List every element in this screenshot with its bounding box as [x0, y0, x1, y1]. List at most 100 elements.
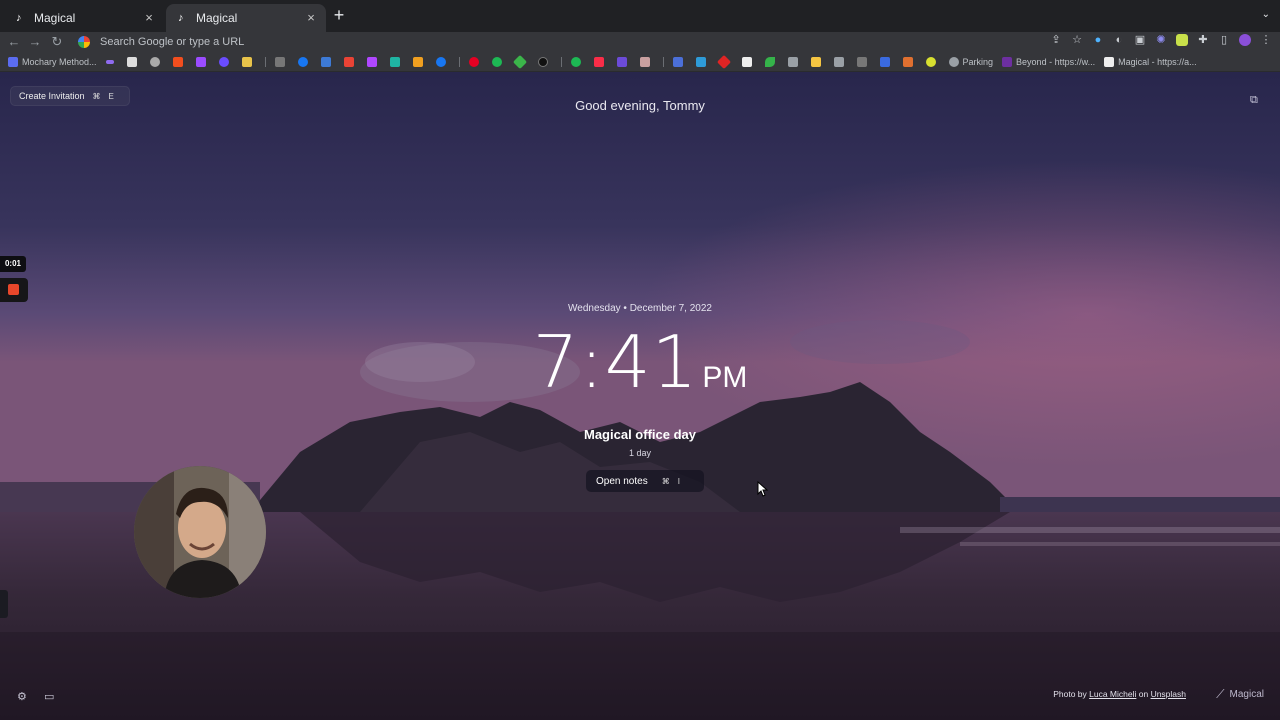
extensions-puzzle-icon[interactable]: ✚: [1197, 34, 1209, 46]
tab-search-chevron-icon[interactable]: ⌄: [1262, 9, 1270, 20]
close-tab-icon[interactable]: ×: [304, 11, 318, 25]
close-tab-icon[interactable]: ×: [142, 11, 156, 25]
extension-g-icon[interactable]: ◐: [1113, 34, 1125, 46]
bookmark-play[interactable]: [879, 56, 894, 67]
bookmark-mic[interactable]: [856, 56, 871, 67]
bookmark-notion[interactable]: [126, 56, 141, 67]
bookmark-label: Mochary Method...: [22, 56, 97, 67]
bookmark-sparkle[interactable]: [810, 56, 825, 67]
recorder-handle[interactable]: [0, 590, 8, 618]
reload-icon[interactable]: ↻: [49, 34, 65, 50]
bookmark-bars[interactable]: [672, 56, 687, 67]
menu-kebab-icon[interactable]: ⋮: [1260, 34, 1272, 46]
event-title: Magical office day: [584, 427, 696, 442]
bookmark-spotify[interactable]: [570, 56, 585, 67]
magical-brand[interactable]: ⟋ Magical: [1216, 687, 1264, 702]
bookmark-leaf[interactable]: [764, 56, 779, 67]
bookmark-music[interactable]: [593, 56, 608, 67]
bookmark-arrow[interactable]: [695, 56, 710, 67]
bookmark-folder2[interactable]: [833, 56, 848, 67]
bookmark-icon: [105, 59, 114, 64]
open-notes-button[interactable]: Open notes ⌘ I: [586, 470, 704, 492]
bookmark-purple[interactable]: [195, 56, 210, 67]
leaf-icon: [764, 56, 775, 67]
extension-green-icon[interactable]: [1176, 34, 1188, 46]
open-notes-label: Open notes: [596, 475, 648, 487]
bookmarks-bar: Mochary Method... Parking Beyond - https…: [0, 52, 1280, 72]
bookmark-icon: [925, 56, 936, 67]
bookmark-icon: [241, 56, 252, 67]
bookmark-diamond[interactable]: [512, 54, 529, 69]
tab-magical-2[interactable]: ♪ Magical ×: [166, 4, 326, 32]
share-icon[interactable]: ⇪: [1050, 34, 1062, 46]
back-arrow-icon[interactable]: ←: [6, 34, 22, 50]
tab-magical-1[interactable]: ♪ Magical ×: [4, 4, 164, 32]
facebook-icon: [297, 56, 308, 67]
bookmark-folder[interactable]: [787, 56, 802, 67]
bookmark-dots[interactable]: [105, 59, 118, 64]
profile-avatar-icon[interactable]: [1239, 34, 1251, 46]
bookmark-facebook2[interactable]: [435, 56, 450, 67]
clock: 7:41 PM: [0, 320, 1280, 404]
bookmark-orange[interactable]: [412, 56, 427, 67]
layout-toggle-icon[interactable]: ⧉: [1250, 94, 1262, 106]
bookmark-icon: [716, 54, 731, 69]
bookmark-mochary[interactable]: Mochary Method...: [8, 56, 97, 67]
bookmark-icon: [1002, 56, 1013, 67]
tab-strip: ♪ Magical × ♪ Magical × + ⌄: [0, 0, 1280, 32]
chat-bubble-icon[interactable]: ▭: [44, 690, 54, 703]
bookmark-cal[interactable]: [274, 56, 289, 67]
bookmark-dark[interactable]: [537, 56, 552, 67]
extension-sun-icon[interactable]: ✺: [1155, 34, 1167, 46]
bookmark-pinterest[interactable]: [468, 56, 483, 67]
toolbar-actions: ⇪ ☆ ● ◐ ▣ ✺ ✚ ▯ ⋮: [1050, 34, 1272, 46]
microphone-icon: [856, 56, 867, 67]
new-tab-button[interactable]: +: [330, 6, 348, 25]
bookmark-ball[interactable]: [925, 56, 940, 67]
bookmark-globe[interactable]: [149, 56, 164, 67]
bookmark-violet[interactable]: [616, 56, 631, 67]
bookmark-magical[interactable]: Magical - https://a...: [1104, 56, 1197, 67]
credit-author-link[interactable]: Luca Micheli: [1089, 689, 1136, 699]
settings-gear-icon[interactable]: ⚙: [17, 690, 27, 703]
bookmark-beyond[interactable]: Beyond - https://w...: [1002, 56, 1095, 67]
bookmark-parking[interactable]: Parking: [948, 56, 993, 67]
bookmark-icon: [639, 56, 650, 67]
music-icon: [593, 56, 604, 67]
bookmark-m[interactable]: [366, 56, 381, 67]
webcam-feed: [134, 466, 266, 598]
bookmark-blue2[interactable]: [320, 56, 335, 67]
bookmark-gmail[interactable]: [343, 56, 358, 67]
bookmark-facebook[interactable]: [297, 56, 312, 67]
side-panel-icon[interactable]: ▯: [1218, 34, 1230, 46]
credit-prefix: Photo by: [1053, 689, 1090, 699]
bookmark-icon: [537, 56, 548, 67]
bookmark-blue[interactable]: [218, 56, 233, 67]
extension-drop-icon[interactable]: ●: [1092, 34, 1104, 46]
sparkle-icon: [810, 56, 821, 67]
bookmark-star-icon[interactable]: ☆: [1071, 34, 1083, 46]
bookmark-icon: [695, 56, 706, 67]
bookmark-red[interactable]: [716, 54, 733, 69]
globe-icon: [948, 56, 959, 67]
event-duration: 1 day: [628, 448, 652, 458]
extension-n-icon[interactable]: ▣: [1134, 34, 1146, 46]
address-bar[interactable]: Search Google or type a URL: [72, 33, 1082, 51]
spotify-icon: [570, 56, 581, 67]
bookmark-c[interactable]: [741, 56, 756, 67]
bookmark-icon: [491, 56, 502, 67]
address-placeholder: Search Google or type a URL: [100, 36, 245, 48]
bookmark-figma[interactable]: [172, 56, 187, 67]
magical-favicon-icon: ♪: [16, 12, 22, 24]
forward-arrow-icon[interactable]: →: [27, 34, 43, 50]
webcam-bubble[interactable]: [134, 466, 266, 598]
bookmark-yellow[interactable]: [241, 56, 256, 67]
bookmark-green[interactable]: [491, 56, 506, 67]
stop-recording-button[interactable]: [0, 278, 28, 302]
bookmark-teal[interactable]: [389, 56, 404, 67]
bookmark-box[interactable]: [902, 56, 917, 67]
bookmark-r[interactable]: [639, 56, 654, 67]
credit-source-link[interactable]: Unsplash: [1151, 689, 1186, 699]
bookmark-separator: [264, 56, 266, 67]
shortcut-key: I: [677, 476, 680, 486]
